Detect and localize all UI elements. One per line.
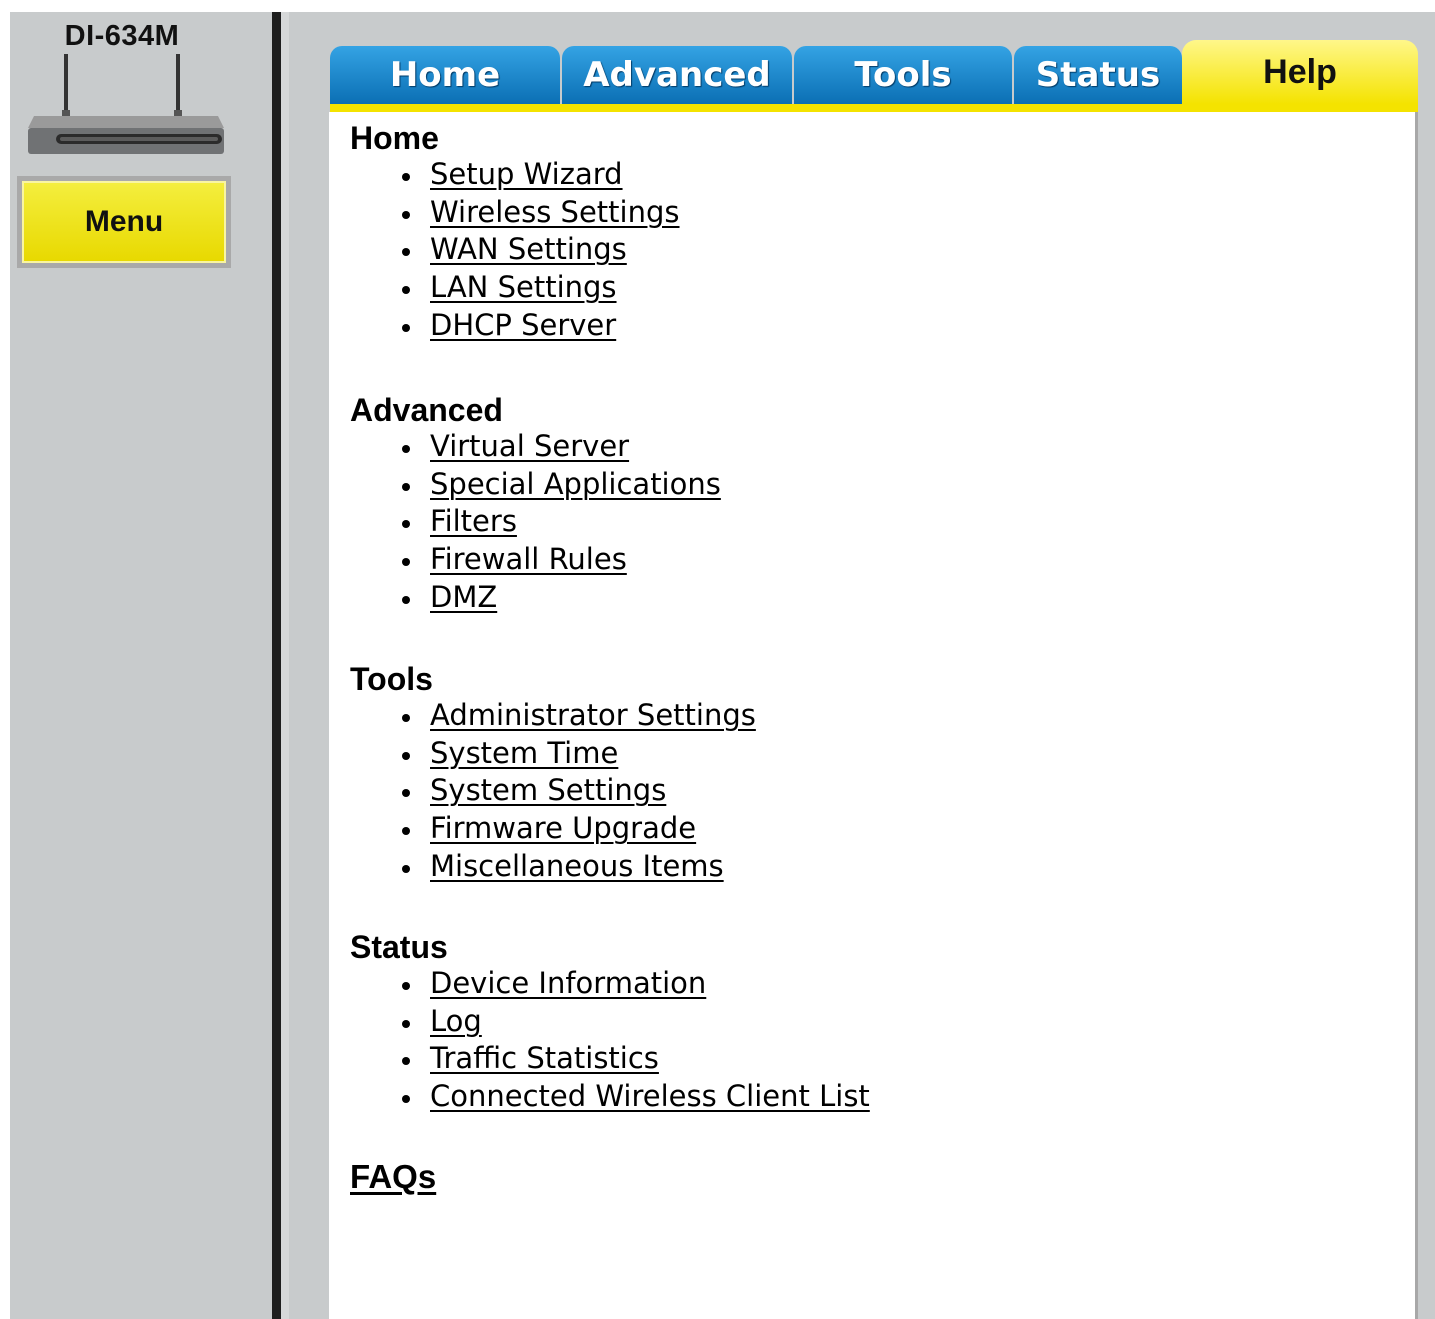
list-item: Connected Wireless Client List <box>350 1078 870 1116</box>
help-panel: Home Setup Wizard Wireless Settings WAN … <box>329 112 1418 1319</box>
sidebar-divider <box>272 12 281 1319</box>
list-item: Log <box>350 1003 870 1041</box>
link-dhcp-server[interactable]: DHCP Server <box>430 308 616 342</box>
list-item: System Settings <box>350 772 756 810</box>
link-setup-wizard[interactable]: Setup Wizard <box>430 157 623 191</box>
list-item: Special Applications <box>350 466 721 504</box>
link-dmz[interactable]: DMZ <box>430 580 497 614</box>
link-virtual-server[interactable]: Virtual Server <box>430 429 629 463</box>
tab-underline <box>330 104 1418 112</box>
link-wireless-settings[interactable]: Wireless Settings <box>430 195 680 229</box>
link-faqs[interactable]: FAQs <box>350 1158 436 1196</box>
tab-tools[interactable]: Tools <box>794 46 1012 104</box>
help-section-tools: Tools Administrator Settings System Time… <box>350 661 756 885</box>
list-item: Setup Wizard <box>350 156 680 194</box>
link-list-tools: Administrator Settings System Time Syste… <box>350 697 756 885</box>
link-list-status: Device Information Log Traffic Statistic… <box>350 965 870 1116</box>
link-firewall-rules[interactable]: Firewall Rules <box>430 542 627 576</box>
link-device-information[interactable]: Device Information <box>430 966 706 1000</box>
list-item: Traffic Statistics <box>350 1040 870 1078</box>
list-item: WAN Settings <box>350 231 680 269</box>
section-heading-status: Status <box>350 929 448 965</box>
router-image <box>28 54 224 154</box>
link-traffic-statistics[interactable]: Traffic Statistics <box>430 1041 659 1075</box>
list-item: Miscellaneous Items <box>350 848 756 886</box>
help-section-advanced: Advanced Virtual Server Special Applicat… <box>350 392 721 616</box>
link-connected-wireless-client-list[interactable]: Connected Wireless Client List <box>430 1079 870 1113</box>
link-log[interactable]: Log <box>430 1004 482 1038</box>
list-item: Firmware Upgrade <box>350 810 756 848</box>
link-system-time[interactable]: System Time <box>430 736 618 770</box>
tab-advanced[interactable]: Advanced <box>562 46 792 104</box>
tab-help[interactable]: Help <box>1182 40 1418 104</box>
help-section-home: Home Setup Wizard Wireless Settings WAN … <box>350 120 680 344</box>
link-list-home: Setup Wizard Wireless Settings WAN Setti… <box>350 156 680 344</box>
list-item: DHCP Server <box>350 307 680 345</box>
menu-button[interactable]: Menu <box>17 176 231 268</box>
section-heading-advanced: Advanced <box>350 392 503 428</box>
list-item: Virtual Server <box>350 428 721 466</box>
link-lan-settings[interactable]: LAN Settings <box>430 270 617 304</box>
list-item: Filters <box>350 503 721 541</box>
list-item: DMZ <box>350 579 721 617</box>
link-system-settings[interactable]: System Settings <box>430 773 666 807</box>
link-list-advanced: Virtual Server Special Applications Filt… <box>350 428 721 616</box>
link-special-applications[interactable]: Special Applications <box>430 467 721 501</box>
list-item: Wireless Settings <box>350 194 680 232</box>
list-item: Device Information <box>350 965 870 1003</box>
main-tab-bar: Home Advanced Tools Status Help <box>330 40 1418 112</box>
help-section-status: Status Device Information Log Traffic St… <box>350 929 870 1116</box>
list-item: System Time <box>350 735 756 773</box>
link-filters[interactable]: Filters <box>430 504 517 538</box>
tab-status[interactable]: Status <box>1014 46 1182 104</box>
list-item: Firewall Rules <box>350 541 721 579</box>
tab-home[interactable]: Home <box>330 46 560 104</box>
list-item: Administrator Settings <box>350 697 756 735</box>
link-wan-settings[interactable]: WAN Settings <box>430 232 627 266</box>
sidebar-divider-highlight <box>281 12 289 1319</box>
link-miscellaneous-items[interactable]: Miscellaneous Items <box>430 849 724 883</box>
section-heading-home: Home <box>350 120 439 156</box>
list-item: LAN Settings <box>350 269 680 307</box>
menu-button-label[interactable]: Menu <box>22 181 226 263</box>
link-administrator-settings[interactable]: Administrator Settings <box>430 698 756 732</box>
section-heading-tools: Tools <box>350 661 433 697</box>
link-firmware-upgrade[interactable]: Firmware Upgrade <box>430 811 696 845</box>
